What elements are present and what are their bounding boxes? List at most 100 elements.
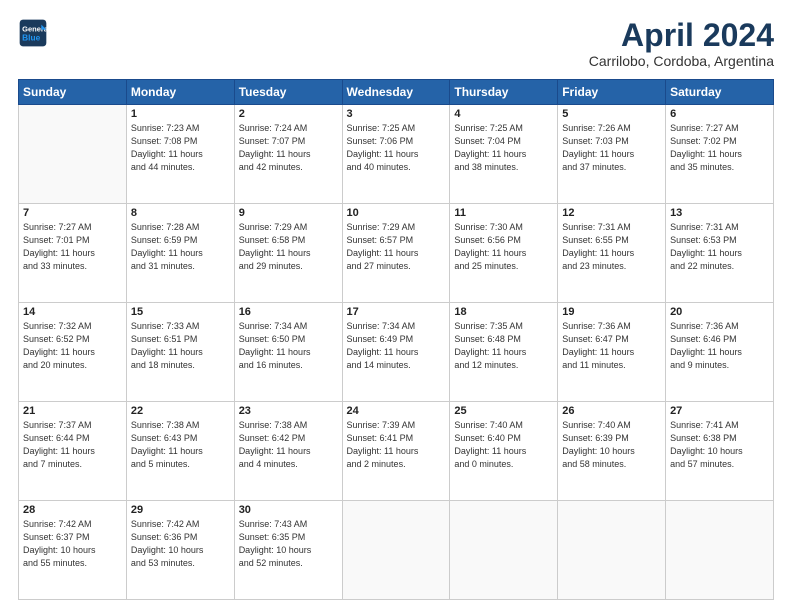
header: General Blue April 2024 Carrilobo, Cordo… (18, 18, 774, 69)
table-row: 11 Sunrise: 7:30 AM Sunset: 6:56 PM Dayli… (450, 204, 558, 303)
table-row: 3 Sunrise: 7:25 AM Sunset: 7:06 PM Daylig… (342, 105, 450, 204)
table-row (19, 105, 127, 204)
day-number: 23 (239, 405, 338, 417)
table-row: 29Sunrise: 7:42 AM Sunset: 6:36 PM Dayli… (126, 501, 234, 600)
day-number: 26 (562, 405, 661, 417)
table-row: 9Sunrise: 7:29 AM Sunset: 6:58 PM Daylig… (234, 204, 342, 303)
table-row (342, 501, 450, 600)
logo: General Blue (18, 18, 48, 48)
day-number: 28 (23, 504, 122, 516)
day-number: 8 (131, 207, 230, 219)
table-row: 2 Sunrise: 7:24 AM Sunset: 7:07 PM Daylig… (234, 105, 342, 204)
day-info: Sunrise: 7:31 AM Sunset: 6:55 PM Dayligh… (562, 221, 661, 273)
day-info: Sunrise: 7:33 AM Sunset: 6:51 PM Dayligh… (131, 320, 230, 372)
day-number: 19 (562, 306, 661, 318)
col-tuesday: Tuesday (234, 80, 342, 105)
day-number: 2 (239, 108, 338, 120)
day-number: 27 (670, 405, 769, 417)
table-row: 4Sunrise: 7:25 AM Sunset: 7:04 PM Daylig… (450, 105, 558, 204)
table-row: 5 Sunrise: 7:26 AM Sunset: 7:03 PM Daylig… (558, 105, 666, 204)
day-number: 7 (23, 207, 122, 219)
day-info: Sunrise: 7:32 AM Sunset: 6:52 PM Dayligh… (23, 320, 122, 372)
day-info: Sunrise: 7:24 AM Sunset: 7:07 PM Dayligh… (239, 122, 338, 174)
table-row (450, 501, 558, 600)
day-number: 16 (239, 306, 338, 318)
day-info: Sunrise: 7:35 AM Sunset: 6:48 PM Dayligh… (454, 320, 553, 372)
day-number: 5 (562, 108, 661, 120)
day-info: Sunrise: 7:39 AM Sunset: 6:41 PM Dayligh… (347, 419, 446, 471)
table-row: 30 Sunrise: 7:43 AM Sunset: 6:35 PM Dayli… (234, 501, 342, 600)
calendar-week-row: 1Sunrise: 7:23 AM Sunset: 7:08 PM Daylig… (19, 105, 774, 204)
day-number: 17 (347, 306, 446, 318)
col-thursday: Thursday (450, 80, 558, 105)
day-info: Sunrise: 7:34 AM Sunset: 6:49 PM Dayligh… (347, 320, 446, 372)
subtitle: Carrilobo, Cordoba, Argentina (589, 53, 774, 69)
col-wednesday: Wednesday (342, 80, 450, 105)
day-info: Sunrise: 7:34 AM Sunset: 6:50 PM Dayligh… (239, 320, 338, 372)
day-number: 15 (131, 306, 230, 318)
calendar-week-row: 7 Sunrise: 7:27 AM Sunset: 7:01 PM Daylig… (19, 204, 774, 303)
table-row: 13 Sunrise: 7:31 AM Sunset: 6:53 PM Dayli… (666, 204, 774, 303)
day-info: Sunrise: 7:41 AM Sunset: 6:38 PM Dayligh… (670, 419, 769, 471)
day-info: Sunrise: 7:38 AM Sunset: 6:43 PM Dayligh… (131, 419, 230, 471)
day-number: 22 (131, 405, 230, 417)
table-row: 19 Sunrise: 7:36 AM Sunset: 6:47 PM Dayli… (558, 303, 666, 402)
logo-icon: General Blue (18, 18, 48, 48)
day-info: Sunrise: 7:23 AM Sunset: 7:08 PM Dayligh… (131, 122, 230, 174)
day-number: 6 (670, 108, 769, 120)
day-info: Sunrise: 7:43 AM Sunset: 6:35 PM Dayligh… (239, 518, 338, 570)
table-row: 22 Sunrise: 7:38 AM Sunset: 6:43 PM Dayli… (126, 402, 234, 501)
table-row: 1Sunrise: 7:23 AM Sunset: 7:08 PM Daylig… (126, 105, 234, 204)
day-number: 30 (239, 504, 338, 516)
day-number: 13 (670, 207, 769, 219)
table-row: 20 Sunrise: 7:36 AM Sunset: 6:46 PM Dayli… (666, 303, 774, 402)
table-row: 7 Sunrise: 7:27 AM Sunset: 7:01 PM Daylig… (19, 204, 127, 303)
day-info: Sunrise: 7:36 AM Sunset: 6:46 PM Dayligh… (670, 320, 769, 372)
day-number: 9 (239, 207, 338, 219)
day-number: 20 (670, 306, 769, 318)
table-row: 10Sunrise: 7:29 AM Sunset: 6:57 PM Dayli… (342, 204, 450, 303)
calendar-week-row: 14 Sunrise: 7:32 AM Sunset: 6:52 PM Dayli… (19, 303, 774, 402)
day-info: Sunrise: 7:28 AM Sunset: 6:59 PM Dayligh… (131, 221, 230, 273)
day-number: 24 (347, 405, 446, 417)
table-row (558, 501, 666, 600)
main-title: April 2024 (589, 18, 774, 53)
day-info: Sunrise: 7:42 AM Sunset: 6:36 PM Dayligh… (131, 518, 230, 570)
day-info: Sunrise: 7:40 AM Sunset: 6:40 PM Dayligh… (454, 419, 553, 471)
table-row: 24 Sunrise: 7:39 AM Sunset: 6:41 PM Dayli… (342, 402, 450, 501)
day-info: Sunrise: 7:31 AM Sunset: 6:53 PM Dayligh… (670, 221, 769, 273)
table-row: 8 Sunrise: 7:28 AM Sunset: 6:59 PM Daylig… (126, 204, 234, 303)
day-number: 14 (23, 306, 122, 318)
table-row (666, 501, 774, 600)
day-number: 3 (347, 108, 446, 120)
calendar-table: Sunday Monday Tuesday Wednesday Thursday… (18, 79, 774, 600)
calendar-header-row: Sunday Monday Tuesday Wednesday Thursday… (19, 80, 774, 105)
col-friday: Friday (558, 80, 666, 105)
day-number: 21 (23, 405, 122, 417)
calendar-week-row: 21 Sunrise: 7:37 AM Sunset: 6:44 PM Dayli… (19, 402, 774, 501)
day-info: Sunrise: 7:27 AM Sunset: 7:01 PM Dayligh… (23, 221, 122, 273)
table-row: 14 Sunrise: 7:32 AM Sunset: 6:52 PM Dayli… (19, 303, 127, 402)
day-info: Sunrise: 7:37 AM Sunset: 6:44 PM Dayligh… (23, 419, 122, 471)
table-row: 28Sunrise: 7:42 AM Sunset: 6:37 PM Dayli… (19, 501, 127, 600)
day-info: Sunrise: 7:30 AM Sunset: 6:56 PM Dayligh… (454, 221, 553, 273)
calendar-week-row: 28Sunrise: 7:42 AM Sunset: 6:37 PM Dayli… (19, 501, 774, 600)
table-row: 27 Sunrise: 7:41 AM Sunset: 6:38 PM Dayli… (666, 402, 774, 501)
table-row: 25 Sunrise: 7:40 AM Sunset: 6:40 PM Dayli… (450, 402, 558, 501)
day-info: Sunrise: 7:25 AM Sunset: 7:06 PM Dayligh… (347, 122, 446, 174)
col-saturday: Saturday (666, 80, 774, 105)
day-info: Sunrise: 7:36 AM Sunset: 6:47 PM Dayligh… (562, 320, 661, 372)
table-row: 16 Sunrise: 7:34 AM Sunset: 6:50 PM Dayli… (234, 303, 342, 402)
col-sunday: Sunday (19, 80, 127, 105)
day-info: Sunrise: 7:29 AM Sunset: 6:57 PM Dayligh… (347, 221, 446, 273)
day-number: 25 (454, 405, 553, 417)
day-info: Sunrise: 7:40 AM Sunset: 6:39 PM Dayligh… (562, 419, 661, 471)
table-row: 21 Sunrise: 7:37 AM Sunset: 6:44 PM Dayli… (19, 402, 127, 501)
page: General Blue April 2024 Carrilobo, Cordo… (0, 0, 792, 612)
day-info: Sunrise: 7:27 AM Sunset: 7:02 PM Dayligh… (670, 122, 769, 174)
table-row: 23Sunrise: 7:38 AM Sunset: 6:42 PM Dayli… (234, 402, 342, 501)
day-info: Sunrise: 7:26 AM Sunset: 7:03 PM Dayligh… (562, 122, 661, 174)
col-monday: Monday (126, 80, 234, 105)
day-number: 11 (454, 207, 553, 219)
table-row: 26 Sunrise: 7:40 AM Sunset: 6:39 PM Dayli… (558, 402, 666, 501)
